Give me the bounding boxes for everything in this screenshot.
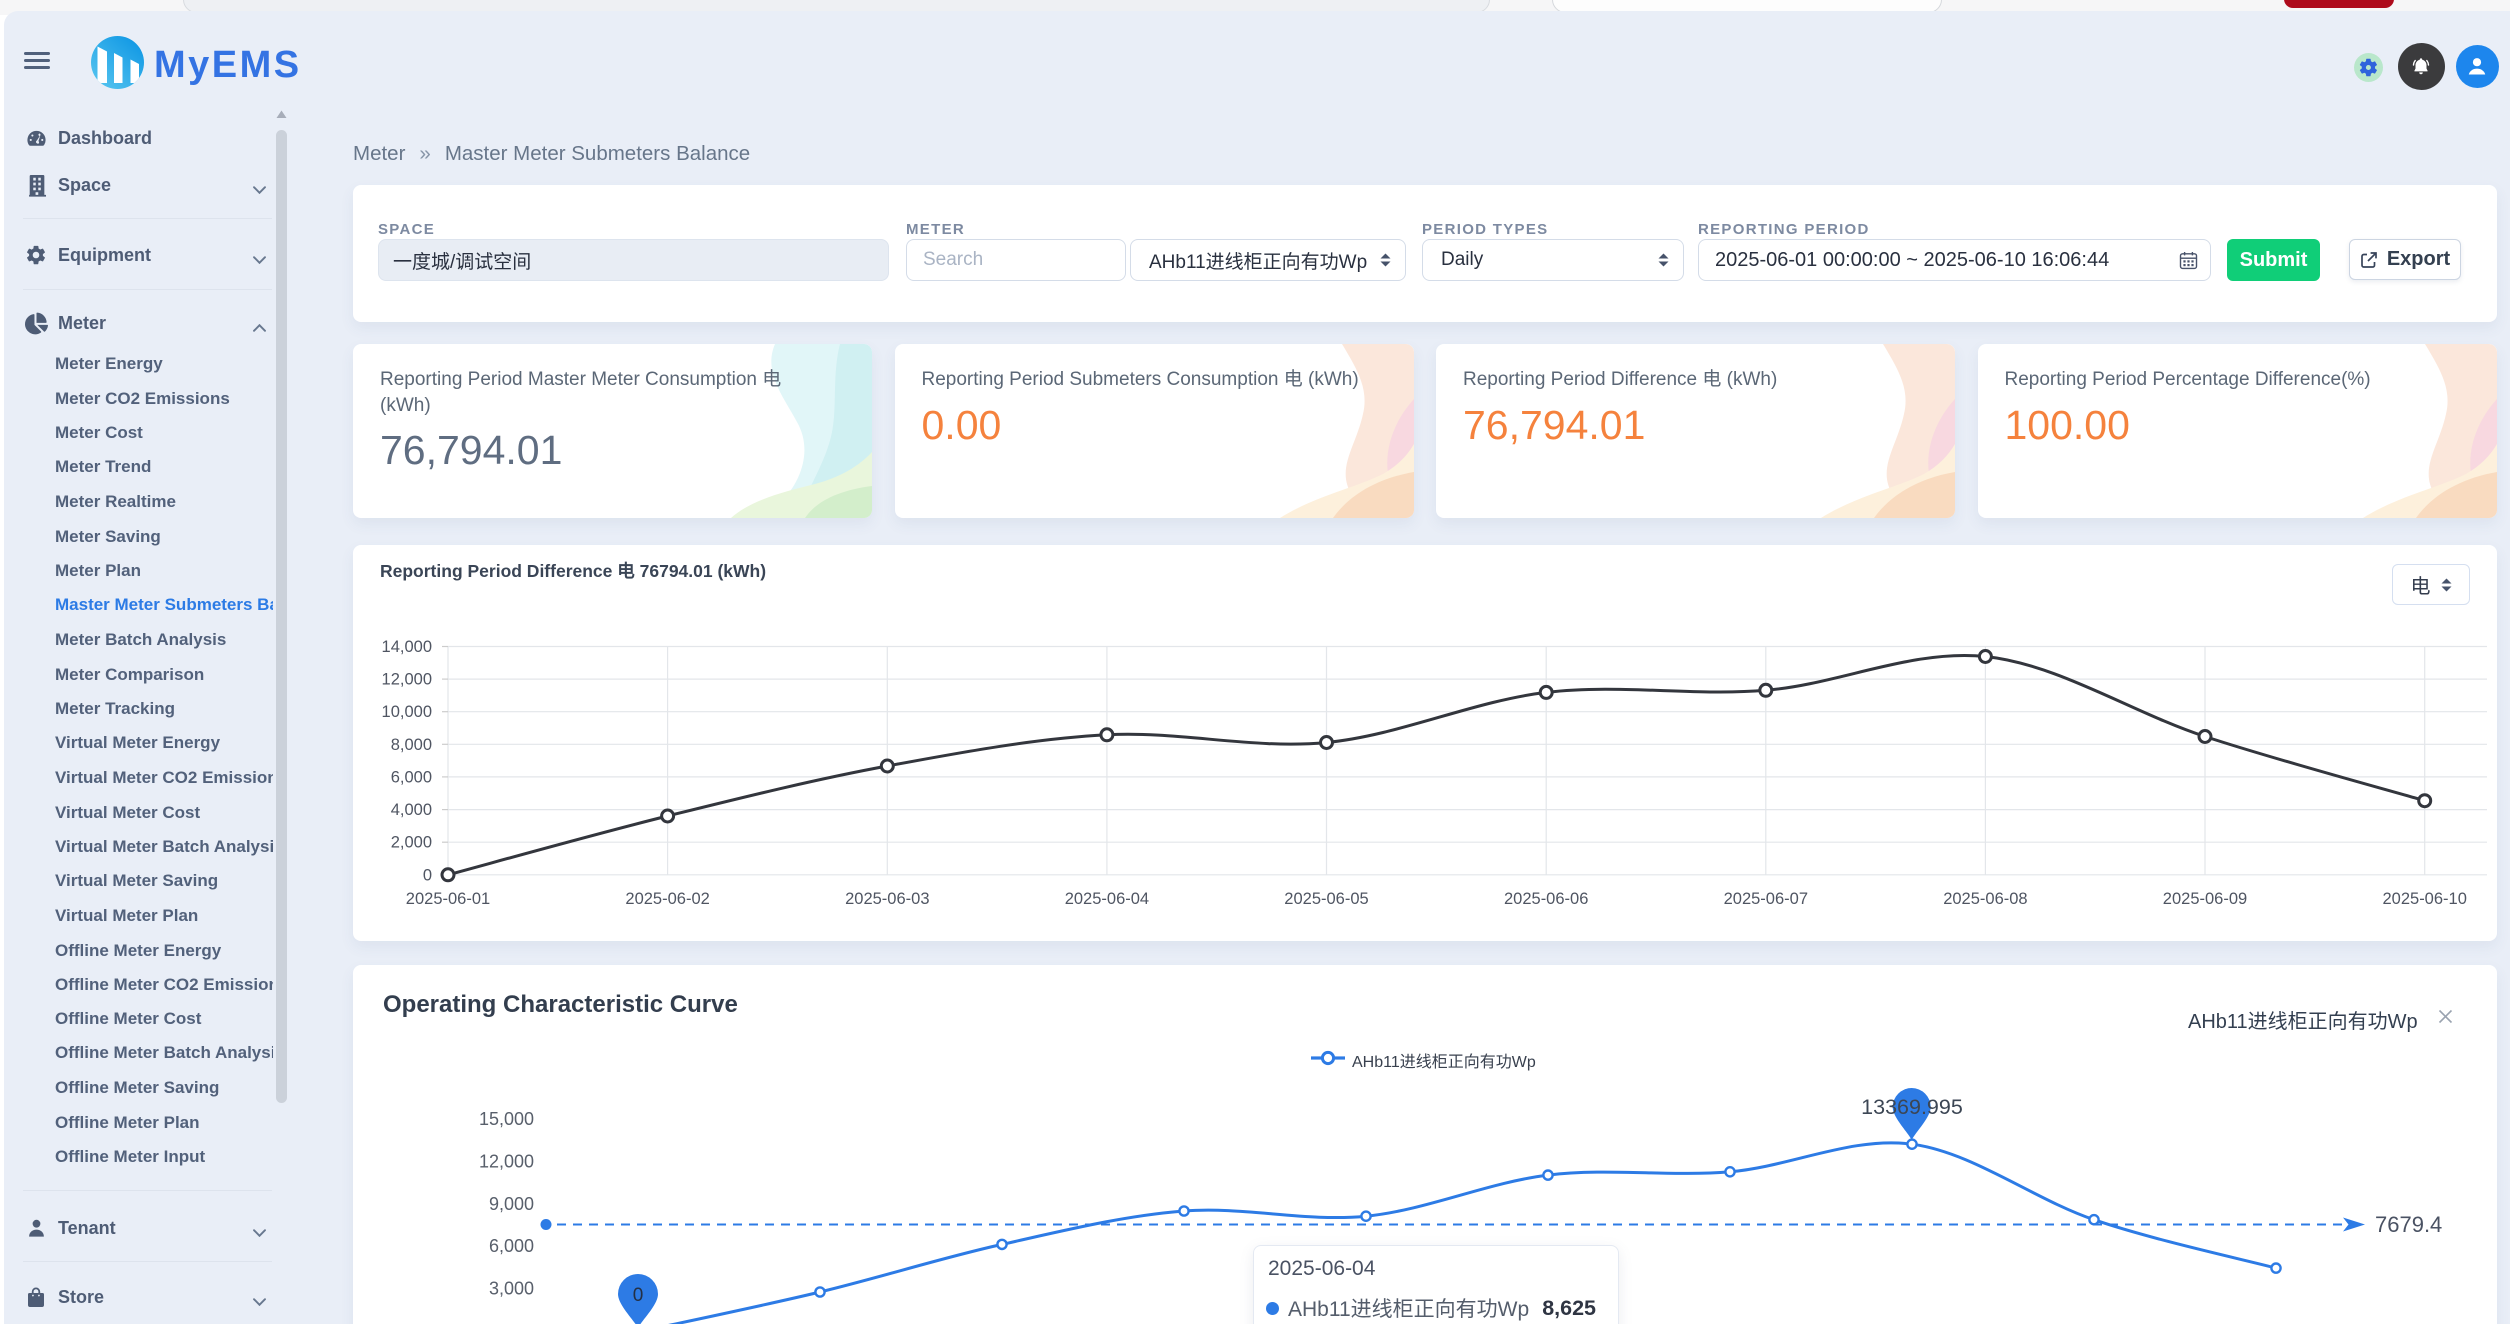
svg-text:2025-06-05: 2025-06-05 <box>1284 890 1368 908</box>
svg-text:0: 0 <box>423 866 432 884</box>
svg-text:2025-06-02: 2025-06-02 <box>625 890 709 908</box>
svg-text:2025-06-04: 2025-06-04 <box>1065 890 1149 908</box>
svg-text:6,000: 6,000 <box>489 1236 534 1256</box>
svg-text:2025-06-08: 2025-06-08 <box>1943 890 2027 908</box>
svg-text:2025-06-10: 2025-06-10 <box>2382 890 2466 908</box>
svg-text:15,000: 15,000 <box>479 1109 534 1129</box>
svg-text:2025-06-01: 2025-06-01 <box>406 890 490 908</box>
svg-text:2025-06-09: 2025-06-09 <box>2163 890 2247 908</box>
svg-text:3,000: 3,000 <box>489 1278 534 1298</box>
svg-text:13369.995: 13369.995 <box>1861 1095 1963 1119</box>
svg-text:4,000: 4,000 <box>391 801 432 819</box>
svg-text:2025-06-03: 2025-06-03 <box>845 890 929 908</box>
svg-text:10,000: 10,000 <box>382 703 432 721</box>
svg-text:9,000: 9,000 <box>489 1194 534 1214</box>
svg-text:2,000: 2,000 <box>391 834 432 852</box>
svg-text:14,000: 14,000 <box>382 638 432 656</box>
svg-text:6,000: 6,000 <box>391 768 432 786</box>
svg-text:12,000: 12,000 <box>382 671 432 689</box>
svg-text:2025-06-07: 2025-06-07 <box>1724 890 1808 908</box>
svg-text:2025-06-06: 2025-06-06 <box>1504 890 1588 908</box>
svg-text:12,000: 12,000 <box>479 1152 534 1172</box>
svg-text:0: 0 <box>633 1285 644 1306</box>
svg-text:8,000: 8,000 <box>391 736 432 754</box>
svg-text:7679.4: 7679.4 <box>2375 1212 2442 1237</box>
